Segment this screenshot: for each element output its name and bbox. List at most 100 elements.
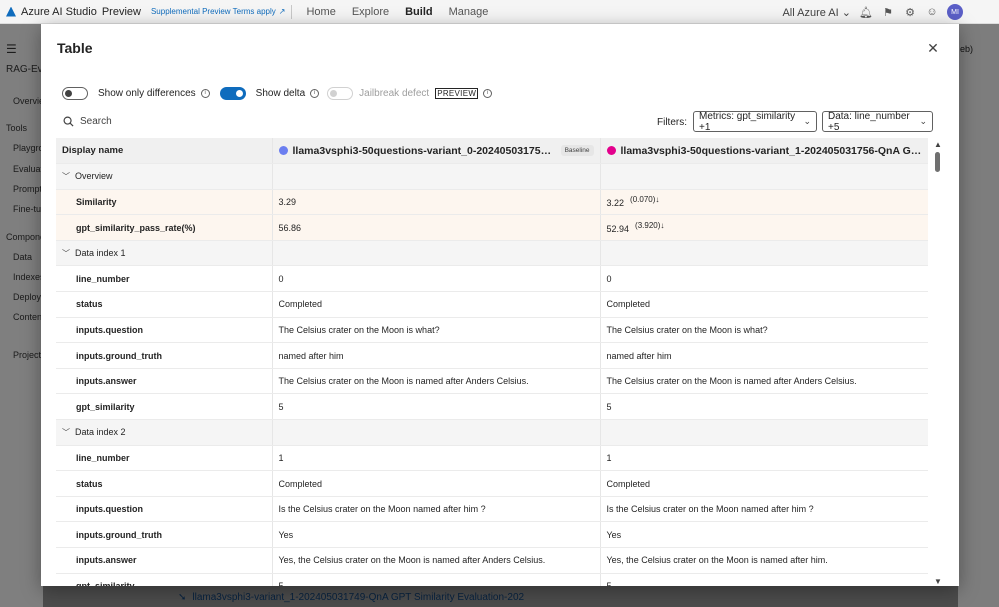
cell-value: 5 xyxy=(271,393,600,421)
nav-explore[interactable]: Explore xyxy=(344,6,397,18)
display-name-header[interactable]: Display name xyxy=(56,138,272,165)
chevron-down-icon: ﹀ xyxy=(62,427,70,437)
show-differences-toggle[interactable] xyxy=(62,86,88,100)
empty-cell xyxy=(599,240,928,267)
metrics-filter-dropdown[interactable]: Metrics: gpt_similarity +1 ⌄ xyxy=(693,111,817,133)
hamburger-icon: ☰ xyxy=(6,42,17,56)
data-filter-value: Data: line_number +5 xyxy=(828,110,910,133)
info-icon[interactable]: i xyxy=(483,88,493,98)
toggle-knob xyxy=(65,89,72,97)
info-icon[interactable]: i xyxy=(200,88,210,98)
group-label: ﹀ Data index 2 xyxy=(56,419,272,446)
background-side-item: Data xyxy=(13,252,33,262)
background-side-item: Conten xyxy=(13,312,43,322)
background-side-item: Overvie xyxy=(13,96,45,106)
close-icon[interactable]: ✕ xyxy=(925,40,941,56)
cell-value: Completed xyxy=(271,470,600,497)
feedback-icon[interactable]: ⚑ xyxy=(881,5,895,19)
group-row[interactable]: ﹀ Overview xyxy=(56,163,928,190)
terms-link-label: Supplemental Preview Terms apply xyxy=(150,7,276,16)
run-color-dot xyxy=(606,146,616,156)
scroll-down-icon[interactable]: ▼ xyxy=(934,577,942,586)
table-row: inputs.answer The Celsius crater on the M… xyxy=(56,368,928,395)
cell-value: The Celsius crater on the Moon is what? xyxy=(271,317,600,344)
comparison-table: Display name llama3vsphi3-50questions-va… xyxy=(56,138,928,586)
cell-value: Yes, the Celsius crater on the Moon is n… xyxy=(599,547,928,574)
scroll-up-icon[interactable]: ▲ xyxy=(934,140,942,149)
info-icon[interactable]: i xyxy=(310,88,320,98)
chevron-down-icon: ﹀ xyxy=(62,171,70,181)
empty-cell xyxy=(599,419,928,446)
empty-cell xyxy=(271,419,600,446)
app-tag: Preview xyxy=(101,5,141,18)
metric-value: 3.29 xyxy=(271,189,600,216)
table-row: Similarity 3.29 3.22 (0.070)↓ xyxy=(56,189,928,216)
background-sidebar: ☰ RAG-Eva Overvie Tools Playgro Evaluat … xyxy=(0,24,48,607)
background-right-panel: eb) xyxy=(958,24,999,607)
run-header-0[interactable]: llama3vsphi3-50questions-variant_0-20240… xyxy=(271,138,600,165)
cell-value: 5 xyxy=(599,393,928,421)
chevron-down-icon: ⌄ xyxy=(919,116,927,126)
nav-build[interactable]: Build xyxy=(397,6,441,18)
toggle-knob xyxy=(330,89,338,97)
search-icon xyxy=(63,116,74,127)
scope-selector[interactable]: All Azure AI ⌄ xyxy=(782,6,851,19)
metric-name: inputs.question xyxy=(56,317,272,344)
metric-name: line_number xyxy=(56,445,272,472)
metric-name: inputs.answer xyxy=(56,368,272,395)
avatar[interactable]: MI xyxy=(947,4,963,20)
metric-name: inputs.answer xyxy=(56,547,272,574)
app-logo[interactable]: Azure AI Studio Preview xyxy=(6,6,141,18)
table-row: status Completed Completed xyxy=(56,291,928,318)
background-side-item: Prompt xyxy=(13,184,43,194)
jailbreak-toggle[interactable] xyxy=(327,86,354,100)
metric-name: inputs.question xyxy=(56,496,272,523)
toggle-bar: Show only differences i Show delta i Jai… xyxy=(62,86,493,100)
group-row[interactable]: ﹀ Data index 2 xyxy=(56,419,928,446)
nav-home[interactable]: Home xyxy=(298,6,343,18)
table-row: gpt_similarity 5 5 xyxy=(56,573,928,586)
run-header-1[interactable]: llama3vsphi3-50questions-variant_1-20240… xyxy=(599,138,928,165)
background-side-item: Fine-tu xyxy=(13,204,42,214)
show-delta-toggle[interactable] xyxy=(219,86,246,100)
metric-value-with-delta: 3.22 (0.070)↓ xyxy=(599,189,928,216)
group-row[interactable]: ﹀ Data index 1 xyxy=(56,240,928,267)
cell-value: Completed xyxy=(271,291,600,318)
cell-value: The Celsius crater on the Moon is named … xyxy=(599,368,928,395)
chevron-down-icon: ⌄ xyxy=(841,6,851,19)
empty-cell xyxy=(271,240,600,267)
data-filter-dropdown[interactable]: Data: line_number +5 ⌄ xyxy=(822,110,933,133)
table-scrollbar[interactable]: ▲ ▼ xyxy=(934,138,942,586)
gear-icon[interactable]: ⚙ xyxy=(903,5,917,19)
filters-label: Filters: xyxy=(657,117,687,128)
chevron-down-icon: ﹀ xyxy=(62,248,70,258)
smiley-icon[interactable]: ☺ xyxy=(925,5,939,19)
table-row: gpt_similarity 5 5 xyxy=(56,393,928,421)
cell-value: 0 xyxy=(599,265,928,293)
table-row: inputs.answer Yes, the Celsius crater on … xyxy=(56,547,928,574)
table-row: inputs.ground_truth Yes Yes xyxy=(56,521,928,548)
terms-link[interactable]: Supplemental Preview Terms apply ↗ xyxy=(151,7,286,16)
show-delta-label: Show delta xyxy=(255,87,306,99)
background-side-item: Playgro xyxy=(13,143,44,153)
delta-value: (0.070)↓ xyxy=(630,195,660,205)
background-bottom-row: ➘ llama3vsphi3-variant_1-202405031749-Qn… xyxy=(178,588,538,607)
group-label: ﹀ Overview xyxy=(56,163,272,190)
nav-manage[interactable]: Manage xyxy=(441,6,497,18)
search-input[interactable]: Search xyxy=(80,116,112,127)
table-header-row: Display name llama3vsphi3-50questions-va… xyxy=(56,138,928,165)
cell-value: named after him xyxy=(271,342,600,369)
table-row: inputs.question Is the Celsius crater on … xyxy=(56,496,928,523)
scroll-thumb[interactable] xyxy=(935,152,940,172)
cell-value: 5 xyxy=(271,573,600,586)
table-row: inputs.question The Celsius crater on the… xyxy=(56,317,928,344)
metric-value: 3.22 xyxy=(606,198,625,209)
bell-icon[interactable]: 🔔︎ xyxy=(859,5,873,19)
background-side-item: Compone xyxy=(6,232,46,242)
search-box[interactable]: Search xyxy=(63,116,112,127)
table-row: status Completed Completed xyxy=(56,470,928,497)
run-name: llama3vsphi3-50questions-variant_1-20240… xyxy=(620,144,923,157)
run-color-dot xyxy=(278,146,288,156)
cell-value: named after him xyxy=(599,342,928,369)
show-differences-label: Show only differences xyxy=(98,87,196,99)
